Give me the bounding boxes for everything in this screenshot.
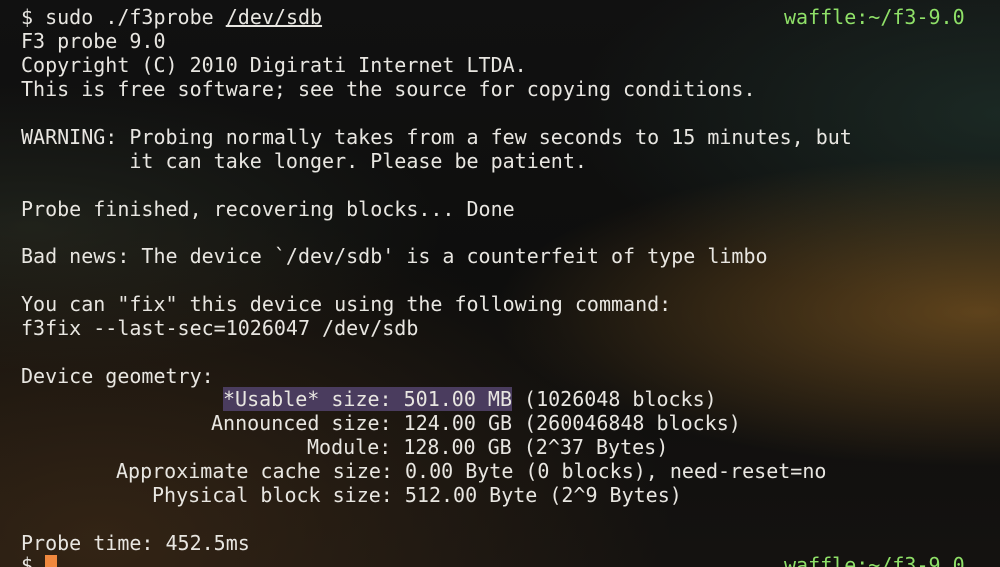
geometry-header: Device geometry: (21, 364, 214, 388)
fix-command-line: f3fix --last-sec=1026047 /dev/sdb (21, 316, 419, 340)
command-argument-link[interactable]: /dev/sdb (226, 5, 322, 29)
usable-size-highlight: *Usable* size: 501.00 MB (223, 387, 512, 411)
fix-hint-line: You can "fix" this device using the foll… (21, 292, 672, 316)
announced-size-line: Announced size: 124.00 GB (260046848 blo… (211, 411, 741, 435)
next-prompt-line[interactable]: $ (21, 553, 58, 567)
command-program: sudo (45, 5, 94, 29)
command-executable: ./f3probe (105, 5, 214, 29)
terminal-window[interactable]: $ sudo ./f3probe /dev/sdb waffle:~/f3-9.… (0, 0, 1000, 567)
usable-size-line: *Usable* size: 501.00 MB (1026048 blocks… (223, 387, 717, 411)
bad-news-line: Bad news: The device `/dev/sdb' is a cou… (21, 244, 768, 268)
module-size-line: Module: 128.00 GB (2^37 Bytes) (307, 435, 669, 459)
version-line: F3 probe 9.0 (21, 29, 166, 53)
text-cursor (45, 555, 58, 567)
next-prompt-symbol: $ (21, 553, 34, 567)
cache-size-line: Approximate cache size: 0.00 Byte (0 blo… (116, 459, 827, 483)
probe-time-line: Probe time: 452.5ms (21, 531, 250, 555)
warning-line-2: it can take longer. Please be patient. (21, 149, 587, 173)
hostname-path: waffle:~/f3-9.0 (784, 5, 965, 29)
warning-line-1: WARNING: Probing normally takes from a f… (21, 125, 852, 149)
usable-size-blocks: (1026048 blocks) (511, 387, 717, 411)
command-line: $ sudo ./f3probe /dev/sdb (21, 5, 322, 29)
status-line: Probe finished, recovering blocks... Don… (21, 197, 515, 221)
copyright-line: Copyright (C) 2010 Digirati Internet LTD… (21, 53, 527, 77)
prompt-symbol: $ (21, 5, 34, 29)
license-line: This is free software; see the source fo… (21, 77, 756, 101)
next-hostname-path: waffle:~/f3-9.0 (784, 553, 965, 567)
physical-block-size-line: Physical block size: 512.00 Byte (2^9 By… (152, 483, 682, 507)
